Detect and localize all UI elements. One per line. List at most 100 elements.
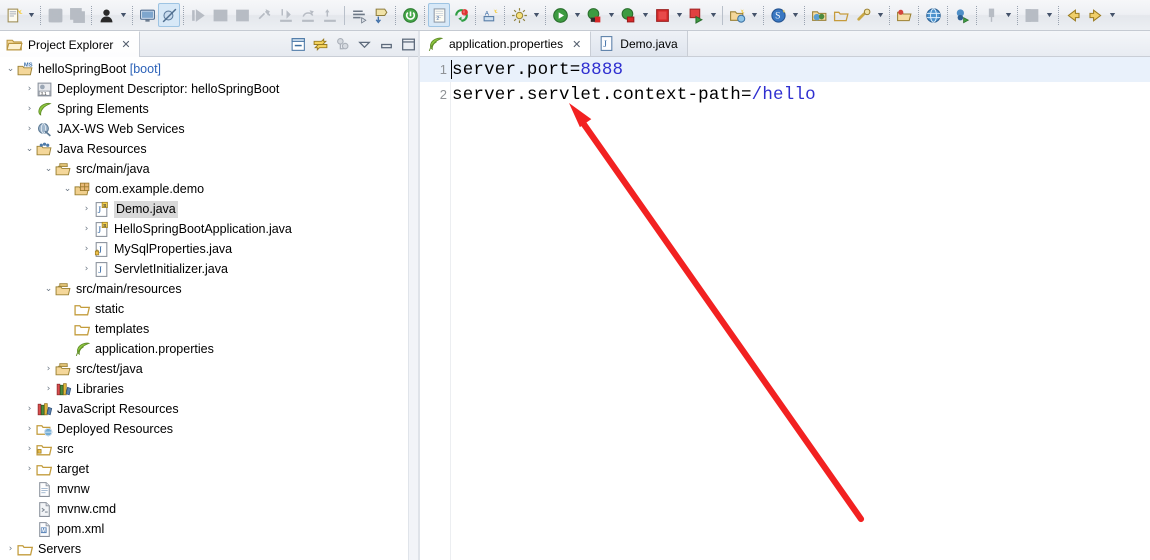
chevron-right-icon[interactable]: › (23, 99, 36, 119)
link-with-editor-button[interactable] (310, 34, 330, 54)
link-icon[interactable] (852, 3, 874, 27)
chevron-down-icon[interactable] (707, 3, 719, 27)
debug-icon[interactable] (583, 3, 605, 27)
run-server-icon[interactable] (685, 3, 707, 27)
skip-breakpoints-icon[interactable] (158, 3, 180, 27)
new-jsp-icon[interactable]: 2 (428, 3, 450, 27)
chevron-down-icon[interactable] (639, 3, 651, 27)
tree-item-deployment-descriptor-hellospringboot[interactable]: › 3.1 Deployment Descriptor: helloSpringBo… (0, 79, 408, 99)
chevron-right-icon[interactable]: › (23, 459, 36, 479)
tree-item-pom-xml[interactable]: Mpom.xml (0, 519, 408, 539)
chevron-down-icon[interactable]: ⌄ (42, 279, 55, 299)
tree-item-servers[interactable]: › Servers (0, 539, 408, 559)
tree-item-hellospringboot[interactable]: ⌄ M S helloSpringBoot [boot] (0, 59, 408, 79)
new-wizard-icon[interactable] (3, 3, 25, 27)
tree-item-libraries[interactable]: › Libraries (0, 379, 408, 399)
tree-item-mvnw[interactable]: mvnw (0, 479, 408, 499)
chevron-down-icon[interactable] (874, 3, 886, 27)
chevron-right-icon[interactable]: › (23, 419, 36, 439)
code-line[interactable]: 2 server.servlet.context-path=/hello (420, 82, 1150, 107)
open-task-icon[interactable] (830, 3, 852, 27)
validate-icon[interactable]: ! (450, 3, 472, 27)
editor-tab-demo-java[interactable]: J Demo.java (591, 31, 688, 56)
chevron-right-icon[interactable]: › (23, 439, 36, 459)
chevron-right-icon[interactable]: › (42, 359, 55, 379)
view-menu-button[interactable] (354, 34, 374, 54)
tree-item-mysqlproperties-java[interactable]: › J MySqlProperties.java (0, 239, 408, 259)
chevron-down-icon[interactable] (571, 3, 583, 27)
chevron-down-icon[interactable] (605, 3, 617, 27)
chevron-right-icon[interactable]: › (23, 79, 36, 99)
tree-item-src[interactable]: › src (0, 439, 408, 459)
new-server-icon[interactable]: S (767, 3, 789, 27)
chevron-down-icon[interactable] (1043, 3, 1055, 27)
chevron-down-icon[interactable] (1002, 3, 1014, 27)
open-resource-icon[interactable] (893, 3, 915, 27)
chevron-down-icon[interactable] (1106, 3, 1118, 27)
chevron-right-icon[interactable]: › (42, 379, 55, 399)
code-area[interactable]: 1 server.port=8888 2 server.servlet.context… (420, 57, 1150, 560)
chevron-down-icon[interactable]: ⌄ (42, 159, 55, 179)
tree-item-target[interactable]: › target (0, 459, 408, 479)
tree-item-spring-elements[interactable]: › Spring Elements (0, 99, 408, 119)
new-class-icon[interactable]: A (479, 3, 501, 27)
tab-project-explorer[interactable]: Project Explorer ✕ (0, 31, 140, 57)
user-icon[interactable] (95, 3, 117, 27)
maximize-button[interactable] (398, 34, 418, 54)
tree-item-demo-java[interactable]: › J S Demo.java (0, 199, 408, 219)
chevron-down-icon[interactable] (673, 3, 685, 27)
forward-icon[interactable] (1084, 3, 1106, 27)
chevron-down-icon[interactable] (748, 3, 760, 27)
previous-annotation-icon[interactable] (370, 3, 392, 27)
tree-item-servletinitializer-java[interactable]: › J ServletInitializer.java (0, 259, 408, 279)
minimize-button[interactable] (376, 34, 396, 54)
tree-item-hellospringbootapplication-java[interactable]: › J S HelloSpringBootApplication.java (0, 219, 408, 239)
chevron-right-icon[interactable]: › (80, 219, 93, 239)
tree-item-javascript-resources[interactable]: › JavaScript Resources (0, 399, 408, 419)
tree-item-src-main-java[interactable]: ⌄ src/main/java (0, 159, 408, 179)
stop-icon[interactable] (651, 3, 673, 27)
chevron-down-icon[interactable]: ⌄ (23, 139, 36, 159)
tree-item-jax-ws-web-services[interactable]: › JAX-WS Web Services (0, 119, 408, 139)
project-tree[interactable]: ⌄ M ShelloSpringBoot [boot] › 3.1 Deployment … (0, 57, 408, 560)
chevron-right-icon[interactable]: › (80, 199, 93, 219)
chevron-right-icon[interactable]: › (23, 119, 36, 139)
collapse-all-button[interactable] (288, 34, 308, 54)
tree-item-src-test-java[interactable]: › src/test/java (0, 359, 408, 379)
run-external-tools-icon[interactable] (617, 3, 639, 27)
code-line[interactable]: 1 server.port=8888 (420, 57, 1150, 82)
tree-item-application-properties[interactable]: application.properties (0, 339, 408, 359)
close-icon[interactable]: ✕ (572, 38, 581, 51)
tree-item-mvnw-cmd[interactable]: mvnw.cmd (0, 499, 408, 519)
chevron-right-icon[interactable]: › (80, 259, 93, 279)
chevron-down-icon[interactable]: ⌄ (4, 59, 17, 79)
chevron-right-icon[interactable]: › (23, 399, 36, 419)
tree-item-src-main-resources[interactable]: ⌄ src/main/resources (0, 279, 408, 299)
open-type-icon[interactable] (808, 3, 830, 27)
run-ant-icon[interactable] (951, 3, 973, 27)
chevron-down-icon[interactable] (117, 3, 129, 27)
chevron-down-icon[interactable]: ⌄ (61, 179, 74, 199)
chevron-right-icon[interactable]: › (80, 239, 93, 259)
search-sun-icon[interactable] (508, 3, 530, 27)
next-annotation-icon[interactable] (348, 3, 370, 27)
chevron-down-icon[interactable] (25, 3, 37, 27)
chevron-right-icon[interactable]: › (4, 539, 17, 559)
boot-dashboard-icon[interactable] (399, 3, 421, 27)
run-icon[interactable] (549, 3, 571, 27)
tree-item-templates[interactable]: templates (0, 319, 408, 339)
console-icon[interactable] (136, 3, 158, 27)
new-web-project-icon[interactable] (726, 3, 748, 27)
back-icon[interactable] (1062, 3, 1084, 27)
chevron-down-icon[interactable] (789, 3, 801, 27)
editor-tab-application-properties[interactable]: application.properties ✕ (420, 31, 592, 56)
tree-scrollbar[interactable] (408, 57, 418, 560)
chevron-down-icon[interactable] (530, 3, 542, 27)
tree-item-com-example-demo[interactable]: ⌄ com.example.demo (0, 179, 408, 199)
tree-item-java-resources[interactable]: ⌄ Java Resources (0, 139, 408, 159)
tree-item-deployed-resources[interactable]: › Deployed Resources (0, 419, 408, 439)
tree-item-static[interactable]: static (0, 299, 408, 319)
browser-icon[interactable] (922, 3, 944, 27)
close-icon[interactable]: ✕ (121, 38, 130, 51)
code-lines[interactable]: 1 server.port=8888 2 server.servlet.context… (420, 57, 1150, 560)
